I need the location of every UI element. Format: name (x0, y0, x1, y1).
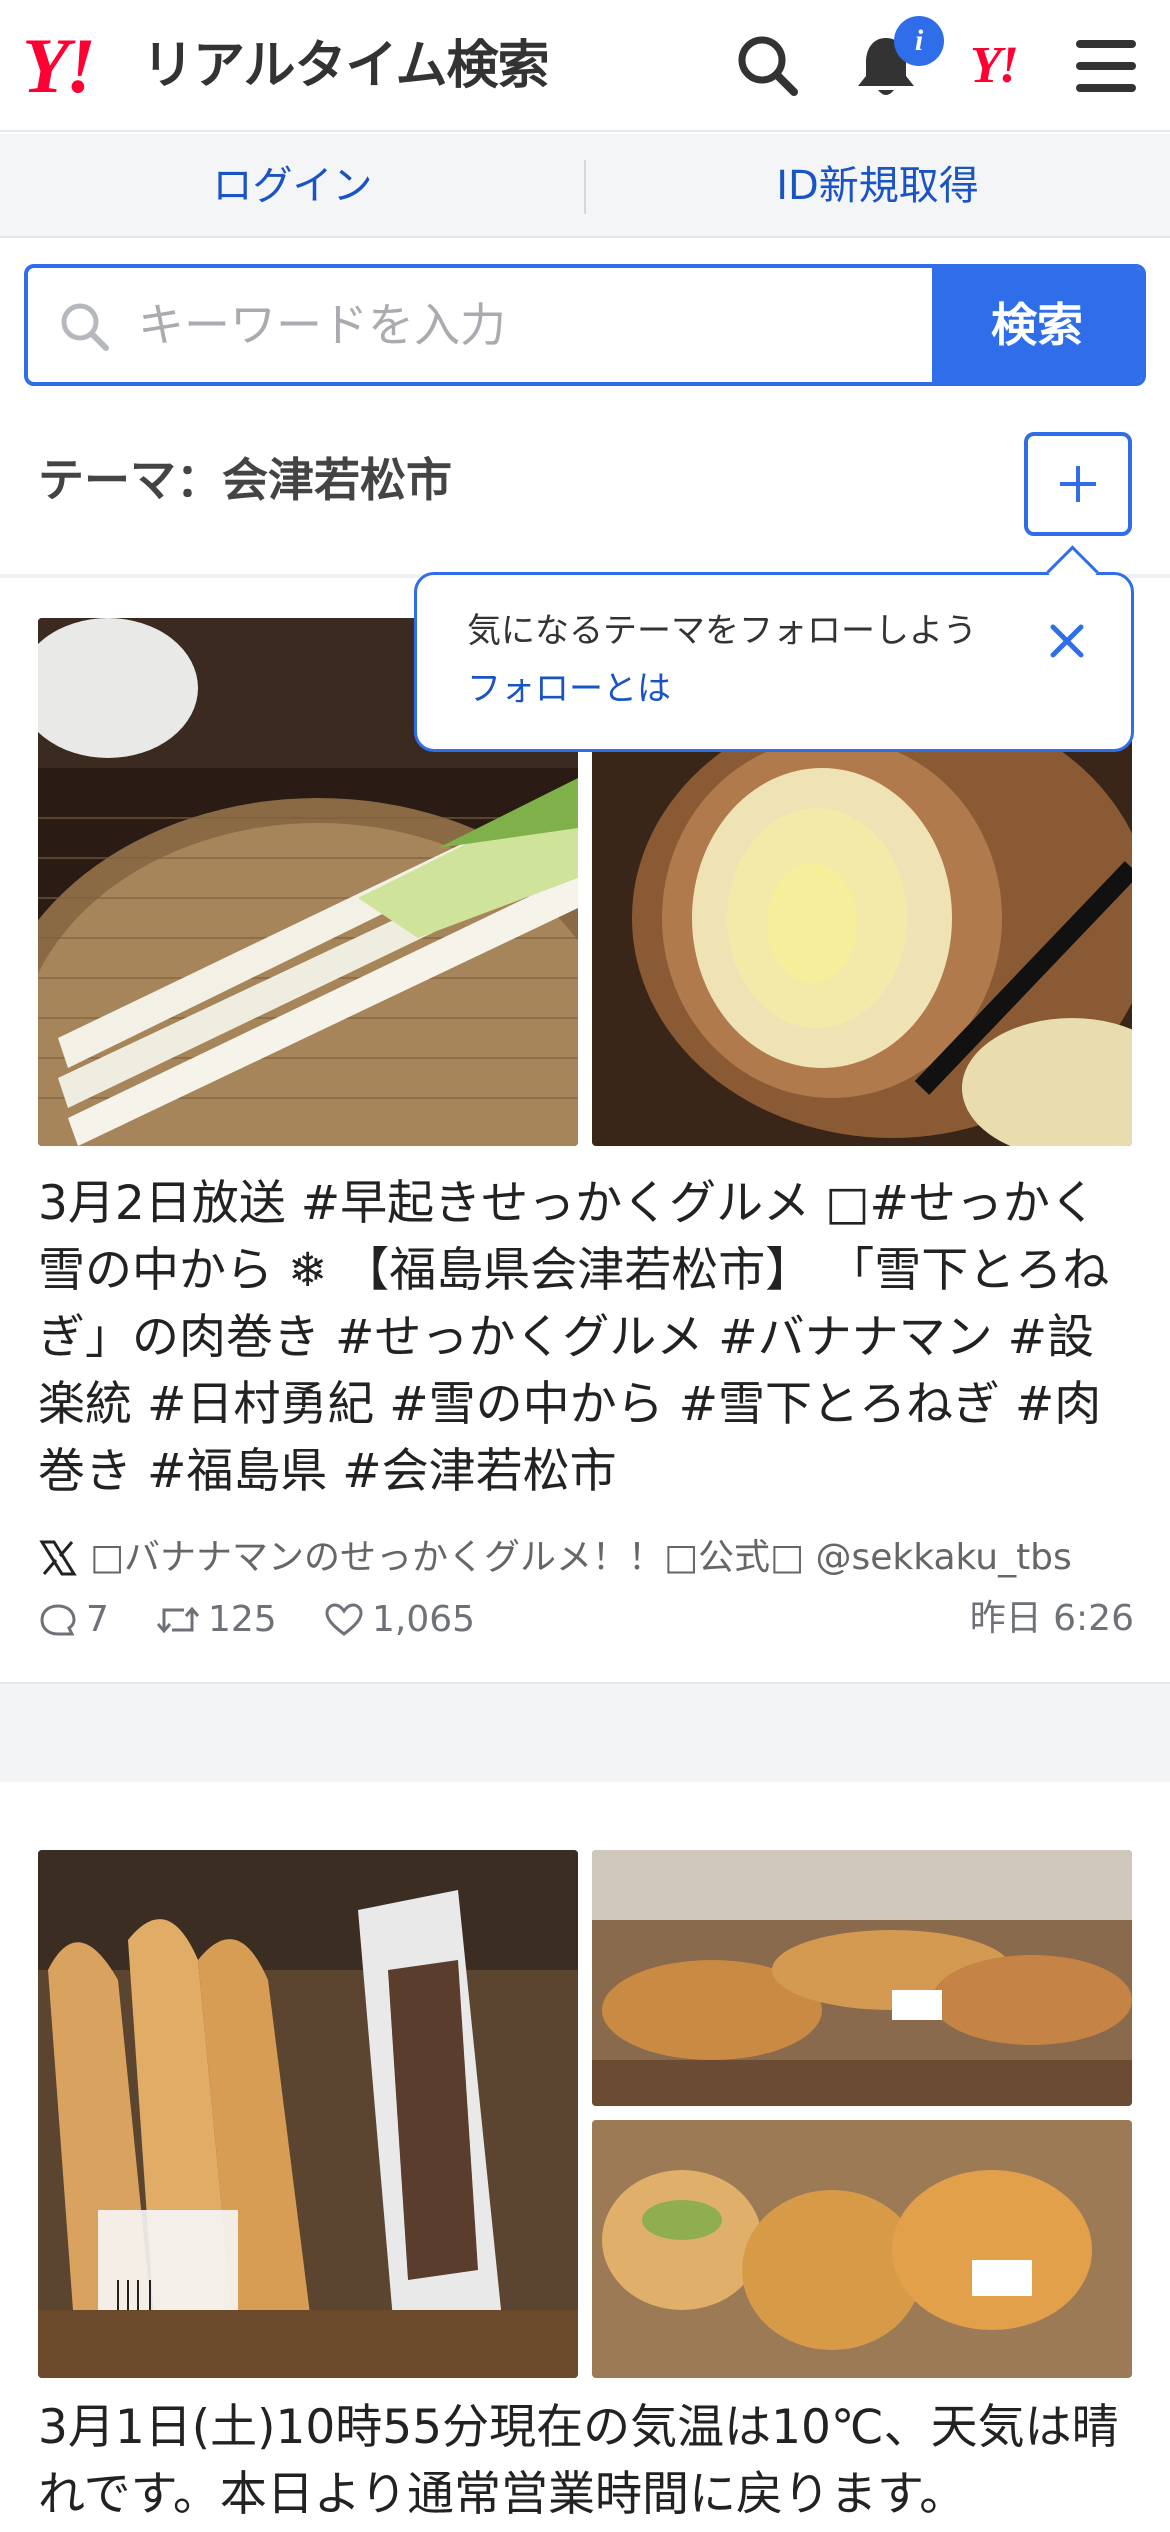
post-image-baguettes[interactable] (38, 1850, 578, 2378)
search-button[interactable]: 検索 (932, 268, 1142, 382)
menu-icon[interactable] (1066, 26, 1146, 106)
like-count[interactable]: 1,065 (324, 1594, 475, 1644)
post-card[interactable]: 3月1日(土)10時55分現在の気温は10℃、天気は晴れです。本日より通常営業時… (0, 1782, 1170, 2532)
yahoo-logo[interactable]: Y! (22, 22, 96, 110)
reply-count[interactable]: 7 (38, 1594, 109, 1644)
yahoo-top-link[interactable]: Y! (970, 36, 1019, 96)
x-icon (39, 1540, 77, 1576)
notification-badge: i (894, 16, 944, 66)
auth-bar: ログイン ID新規取得 (0, 134, 1170, 238)
search-input[interactable] (138, 268, 938, 382)
search-field-icon (61, 303, 109, 351)
search-form: 検索 (24, 264, 1146, 386)
login-link[interactable]: ログイン (0, 134, 585, 238)
signup-link[interactable]: ID新規取得 (585, 134, 1170, 238)
follow-tooltip: 気になるテーマをフォローしよう フォローとは (414, 572, 1134, 752)
search-icon[interactable] (728, 26, 808, 106)
theme-title: テーマ：会津若松市 (38, 453, 452, 507)
post-separator (0, 1682, 1170, 1782)
service-title[interactable]: リアルタイム検索 (142, 34, 549, 98)
tooltip-message: 気になるテーマをフォローしよう (467, 611, 977, 651)
author-name: □バナナマンのせっかくグルメ！！□公式□ @sekkaku_tbs (90, 1537, 1072, 1578)
post-stats: 7 125 1,065 昨日 6:26 (38, 1594, 1134, 1644)
follow-theme-button[interactable] (1024, 432, 1132, 536)
app-header: Y! リアルタイム検索 i Y! (0, 0, 1170, 132)
reply-count-value: 7 (86, 1599, 109, 1640)
post-image-pastries[interactable] (592, 2120, 1132, 2378)
heart-icon (325, 1603, 363, 1636)
post-text: 3月1日(土)10時55分現在の気温は10℃、天気は晴れです。本日より通常営業時… (38, 2400, 1119, 2522)
like-count-value: 1,065 (372, 1599, 476, 1640)
close-icon[interactable] (1043, 617, 1091, 665)
separator-line (0, 1682, 1170, 1684)
plus-icon (1060, 466, 1096, 502)
post-author[interactable]: □バナナマンのせっかくグルメ！！□公式□ @sekkaku_tbs (38, 1532, 1072, 1582)
post-timestamp: 昨日 6:26 (969, 1598, 1134, 1639)
retweet-count-value: 125 (208, 1599, 277, 1640)
reply-icon (40, 1604, 76, 1636)
retweet-icon (156, 1606, 200, 1634)
retweet-count[interactable]: 125 (156, 1594, 277, 1644)
post-text: 3月2日放送 #早起きせっかくグルメ □#せっかく雪の中から ❄ 【福島県会津若… (38, 1176, 1110, 1499)
what-is-follow-link[interactable]: フォローとは (467, 667, 671, 711)
post-image-bread-shelf[interactable] (592, 1850, 1132, 2106)
